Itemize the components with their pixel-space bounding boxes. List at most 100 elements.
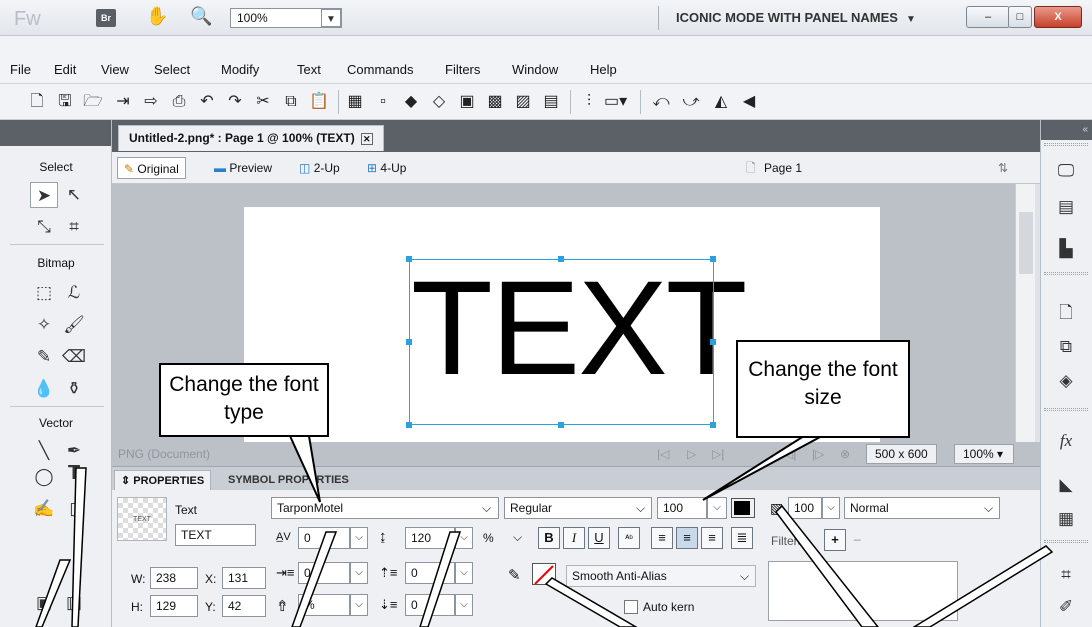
zoom-level[interactable]: 100% ▾ [954, 444, 1014, 464]
text-tool-icon[interactable]: T [60, 460, 88, 486]
resize-handle[interactable] [406, 256, 412, 262]
resize-handle[interactable] [710, 256, 716, 262]
marquee-icon[interactable]: ⬚ [30, 280, 58, 306]
zoom-icon[interactable]: 🔍 [190, 6, 212, 27]
justify-icon[interactable]: ≣ [731, 527, 753, 549]
blend-mode-select[interactable]: Normal [844, 497, 1000, 519]
width-field[interactable]: 238 [150, 567, 198, 589]
x-field[interactable]: 131 [222, 567, 266, 589]
page-panel-icon[interactable]: 🗋 [1053, 300, 1079, 326]
bold-button[interactable]: B [538, 527, 560, 549]
hand-icon[interactable]: ✋ [146, 6, 168, 27]
indent-field[interactable]: 0 [298, 562, 350, 584]
leading-unit[interactable]: % [483, 531, 494, 545]
kerning-field[interactable]: 0 [298, 527, 350, 549]
align-dropdown-icon[interactable]: ▭▾ [604, 91, 627, 113]
knife-icon[interactable]: ▯ [60, 496, 88, 522]
menu-commands[interactable]: Commands [347, 62, 413, 77]
pointer-icon[interactable]: ➤ [30, 182, 58, 208]
close-icon[interactable]: ✕ [360, 133, 373, 145]
chevron-down-icon[interactable]: ⌵ [707, 497, 727, 519]
chevron-down-icon[interactable]: ⌵ [455, 527, 473, 549]
first-frame-icon[interactable]: |◁ [657, 447, 669, 461]
copy-icon[interactable]: ⧉ [280, 91, 302, 113]
vertical-scrollbar[interactable] [1015, 184, 1035, 442]
view-4up-button[interactable]: ⊞ 4-Up [367, 157, 406, 179]
text-transform-icon[interactable]: ᴬᵇ [618, 527, 640, 549]
anti-alias-select[interactable]: Smooth Anti-Alias [566, 565, 756, 587]
y-field[interactable]: 42 [222, 595, 266, 617]
close-button[interactable]: X [1034, 6, 1082, 28]
baseline-field[interactable]: % [298, 594, 350, 616]
align-left-icon[interactable]: ≡ [651, 527, 673, 549]
tab-symbol-properties[interactable]: SYMBOL PROPERTIES [222, 470, 355, 490]
bucket-icon[interactable]: ▣ [30, 590, 58, 616]
resize-handle[interactable] [558, 256, 564, 262]
send-backward-icon[interactable]: ▨ [512, 91, 534, 113]
import-icon[interactable]: ⇥ [112, 91, 134, 113]
stroke-color-swatch[interactable] [532, 563, 556, 585]
rotate-ccw-icon[interactable]: ⤺ [650, 91, 672, 113]
chevron-down-icon[interactable]: ⌵ [455, 562, 473, 584]
resize-handle[interactable] [710, 339, 716, 345]
view-preview-button[interactable]: ▬ Preview [214, 157, 272, 179]
chevron-down-icon[interactable]: ⌵ [350, 527, 368, 549]
height-field[interactable]: 129 [150, 595, 198, 617]
menu-modify[interactable]: Modify [221, 62, 259, 77]
leading-field[interactable]: 120 [405, 527, 455, 549]
add-filter-button[interactable]: + [824, 529, 846, 551]
pages-panel-icon[interactable]: ▤ [1053, 194, 1079, 220]
lasso-icon[interactable]: ℒ [60, 280, 88, 306]
resize-handle[interactable] [710, 422, 716, 428]
resize-handle[interactable] [406, 339, 412, 345]
underline-button[interactable]: U [588, 527, 610, 549]
export-pages-icon[interactable]: ⇅ [998, 157, 1008, 179]
redo-icon[interactable]: ↷ [224, 91, 246, 113]
collapse-icon[interactable]: « [1041, 120, 1092, 140]
view-2up-button[interactable]: ◫ 2-Up [299, 157, 340, 179]
page-label[interactable]: Page 1 [764, 157, 802, 179]
menu-file[interactable]: File [10, 62, 31, 77]
paste-icon[interactable]: 📋 [308, 91, 330, 113]
new-file-icon[interactable]: 🗋 [26, 91, 48, 113]
selection-box[interactable] [409, 259, 714, 425]
bring-front-icon[interactable]: ▣ [456, 91, 478, 113]
italic-button[interactable]: I [563, 527, 585, 549]
eraser-icon[interactable]: ⌫ [60, 344, 88, 370]
next-frame-icon[interactable]: ▷| [712, 447, 724, 461]
save-icon[interactable]: 🖫 [54, 91, 76, 113]
close-icon[interactable]: ⊗ [840, 447, 850, 461]
undo-icon[interactable]: ↶ [196, 91, 218, 113]
menu-select[interactable]: Select [154, 62, 190, 77]
font-style-select[interactable]: Regular [504, 497, 652, 519]
menu-edit[interactable]: Edit [54, 62, 76, 77]
space-after-field[interactable]: 0 [405, 594, 455, 616]
menu-filters[interactable]: Filters [445, 62, 480, 77]
freeform-icon[interactable]: ✍ [30, 496, 58, 522]
workspace-switcher[interactable]: ICONIC MODE WITH PANEL NAMES ▼ [676, 10, 916, 25]
play-icon[interactable]: ▷ [687, 447, 696, 461]
align-icon[interactable]: ⫶ [578, 91, 600, 113]
layers-panel-icon[interactable]: ◈ [1053, 368, 1079, 394]
hotspot-icon[interactable]: ▥ [60, 590, 88, 616]
opacity-field[interactable]: 100 [788, 497, 822, 519]
pencil-icon[interactable]: ✎ [30, 344, 58, 370]
menu-help[interactable]: Help [590, 62, 617, 77]
rubber-stamp-icon[interactable]: ⚱ [60, 376, 88, 402]
ellipse-icon[interactable]: ◯ [30, 464, 58, 490]
styles-fx-icon[interactable]: fx [1053, 428, 1079, 454]
path-panel-icon[interactable]: ✐ [1053, 594, 1079, 620]
scale-icon[interactable]: ⤡ [30, 214, 58, 240]
states-panel-icon[interactable]: ▙ [1053, 236, 1079, 262]
blur-icon[interactable]: 💧 [30, 376, 58, 402]
chevron-down-icon[interactable]: ⌵ [822, 497, 840, 519]
scroll-thumb[interactable] [1019, 212, 1033, 274]
chevron-down-icon[interactable]: ▼ [321, 9, 341, 27]
prev-frame-icon[interactable]: ◁| [784, 447, 796, 461]
cut-icon[interactable]: ✂ [252, 91, 274, 113]
layers-copy-icon[interactable]: ⧉ [1053, 334, 1079, 360]
font-size-field[interactable]: 100 [657, 497, 707, 519]
send-back-icon[interactable]: ▤ [540, 91, 562, 113]
bring-forward-icon[interactable]: ▩ [484, 91, 506, 113]
transform-panel-icon[interactable]: ⌗ [1053, 562, 1079, 588]
